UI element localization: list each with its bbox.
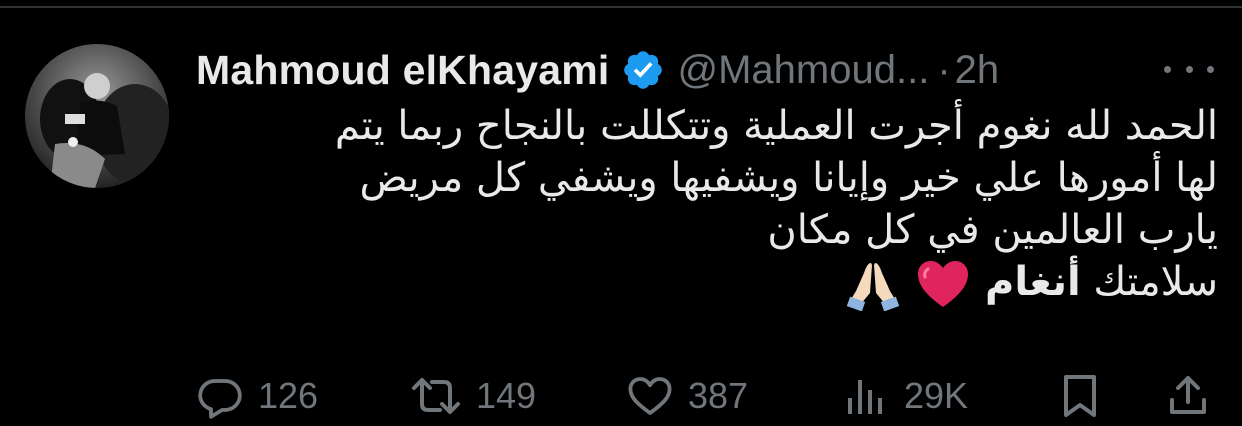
tweet-text-bold-name: أنغام	[985, 259, 1081, 305]
red-heart-icon	[914, 257, 972, 311]
views-count: 29K	[904, 375, 969, 416]
repost-icon	[412, 378, 460, 414]
views-button[interactable]: 29K	[842, 368, 968, 424]
tweet-text-line: يارب العالمين في كل مكان	[767, 207, 1218, 253]
reply-icon	[198, 379, 242, 419]
tweet-text-line: لها أمورها علي خير وإيانا ويشفيها ويشفي …	[359, 155, 1218, 201]
tweet[interactable]: Mahmoud elKhayami @Mahmoud... · 2h الحمد…	[0, 0, 1242, 426]
tweet-text: الحمد لله نغوم أجرت العملية وتتكللت بالن…	[200, 100, 1218, 312]
separator-dot: ·	[937, 47, 951, 92]
more-options-icon[interactable]	[1164, 54, 1214, 84]
bookmark-button[interactable]	[1056, 368, 1104, 424]
tweet-text-prefix: سلامتك	[1093, 259, 1218, 305]
like-count: 387	[688, 375, 749, 416]
heart-outline-icon	[628, 377, 672, 415]
avatar[interactable]	[25, 44, 169, 188]
tweet-actions: 126 149 387 29K	[0, 368, 1242, 424]
reply-button[interactable]: 126	[196, 368, 318, 424]
share-icon	[1170, 376, 1206, 414]
tweet-text-last-line: سلامتك أنغام	[200, 256, 1218, 312]
views-icon	[848, 380, 882, 414]
tweet-header: Mahmoud elKhayami @Mahmoud... · 2h	[196, 42, 999, 98]
share-button[interactable]	[1164, 368, 1212, 424]
display-name[interactable]: Mahmoud elKhayami	[196, 47, 609, 94]
folded-hands-icon	[844, 257, 902, 312]
timestamp[interactable]: 2h	[955, 48, 1000, 93]
tweet-text-line: الحمد لله نغوم أجرت العملية وتتكللت بالن…	[334, 103, 1218, 149]
verified-badge-icon[interactable]	[621, 48, 665, 92]
repost-button[interactable]: 149	[410, 368, 536, 424]
author-handle[interactable]: @Mahmoud...	[677, 48, 929, 93]
like-button[interactable]: 387	[626, 368, 748, 424]
reply-count: 126	[258, 375, 319, 416]
repost-count: 149	[476, 375, 537, 416]
bookmark-icon	[1064, 375, 1096, 417]
